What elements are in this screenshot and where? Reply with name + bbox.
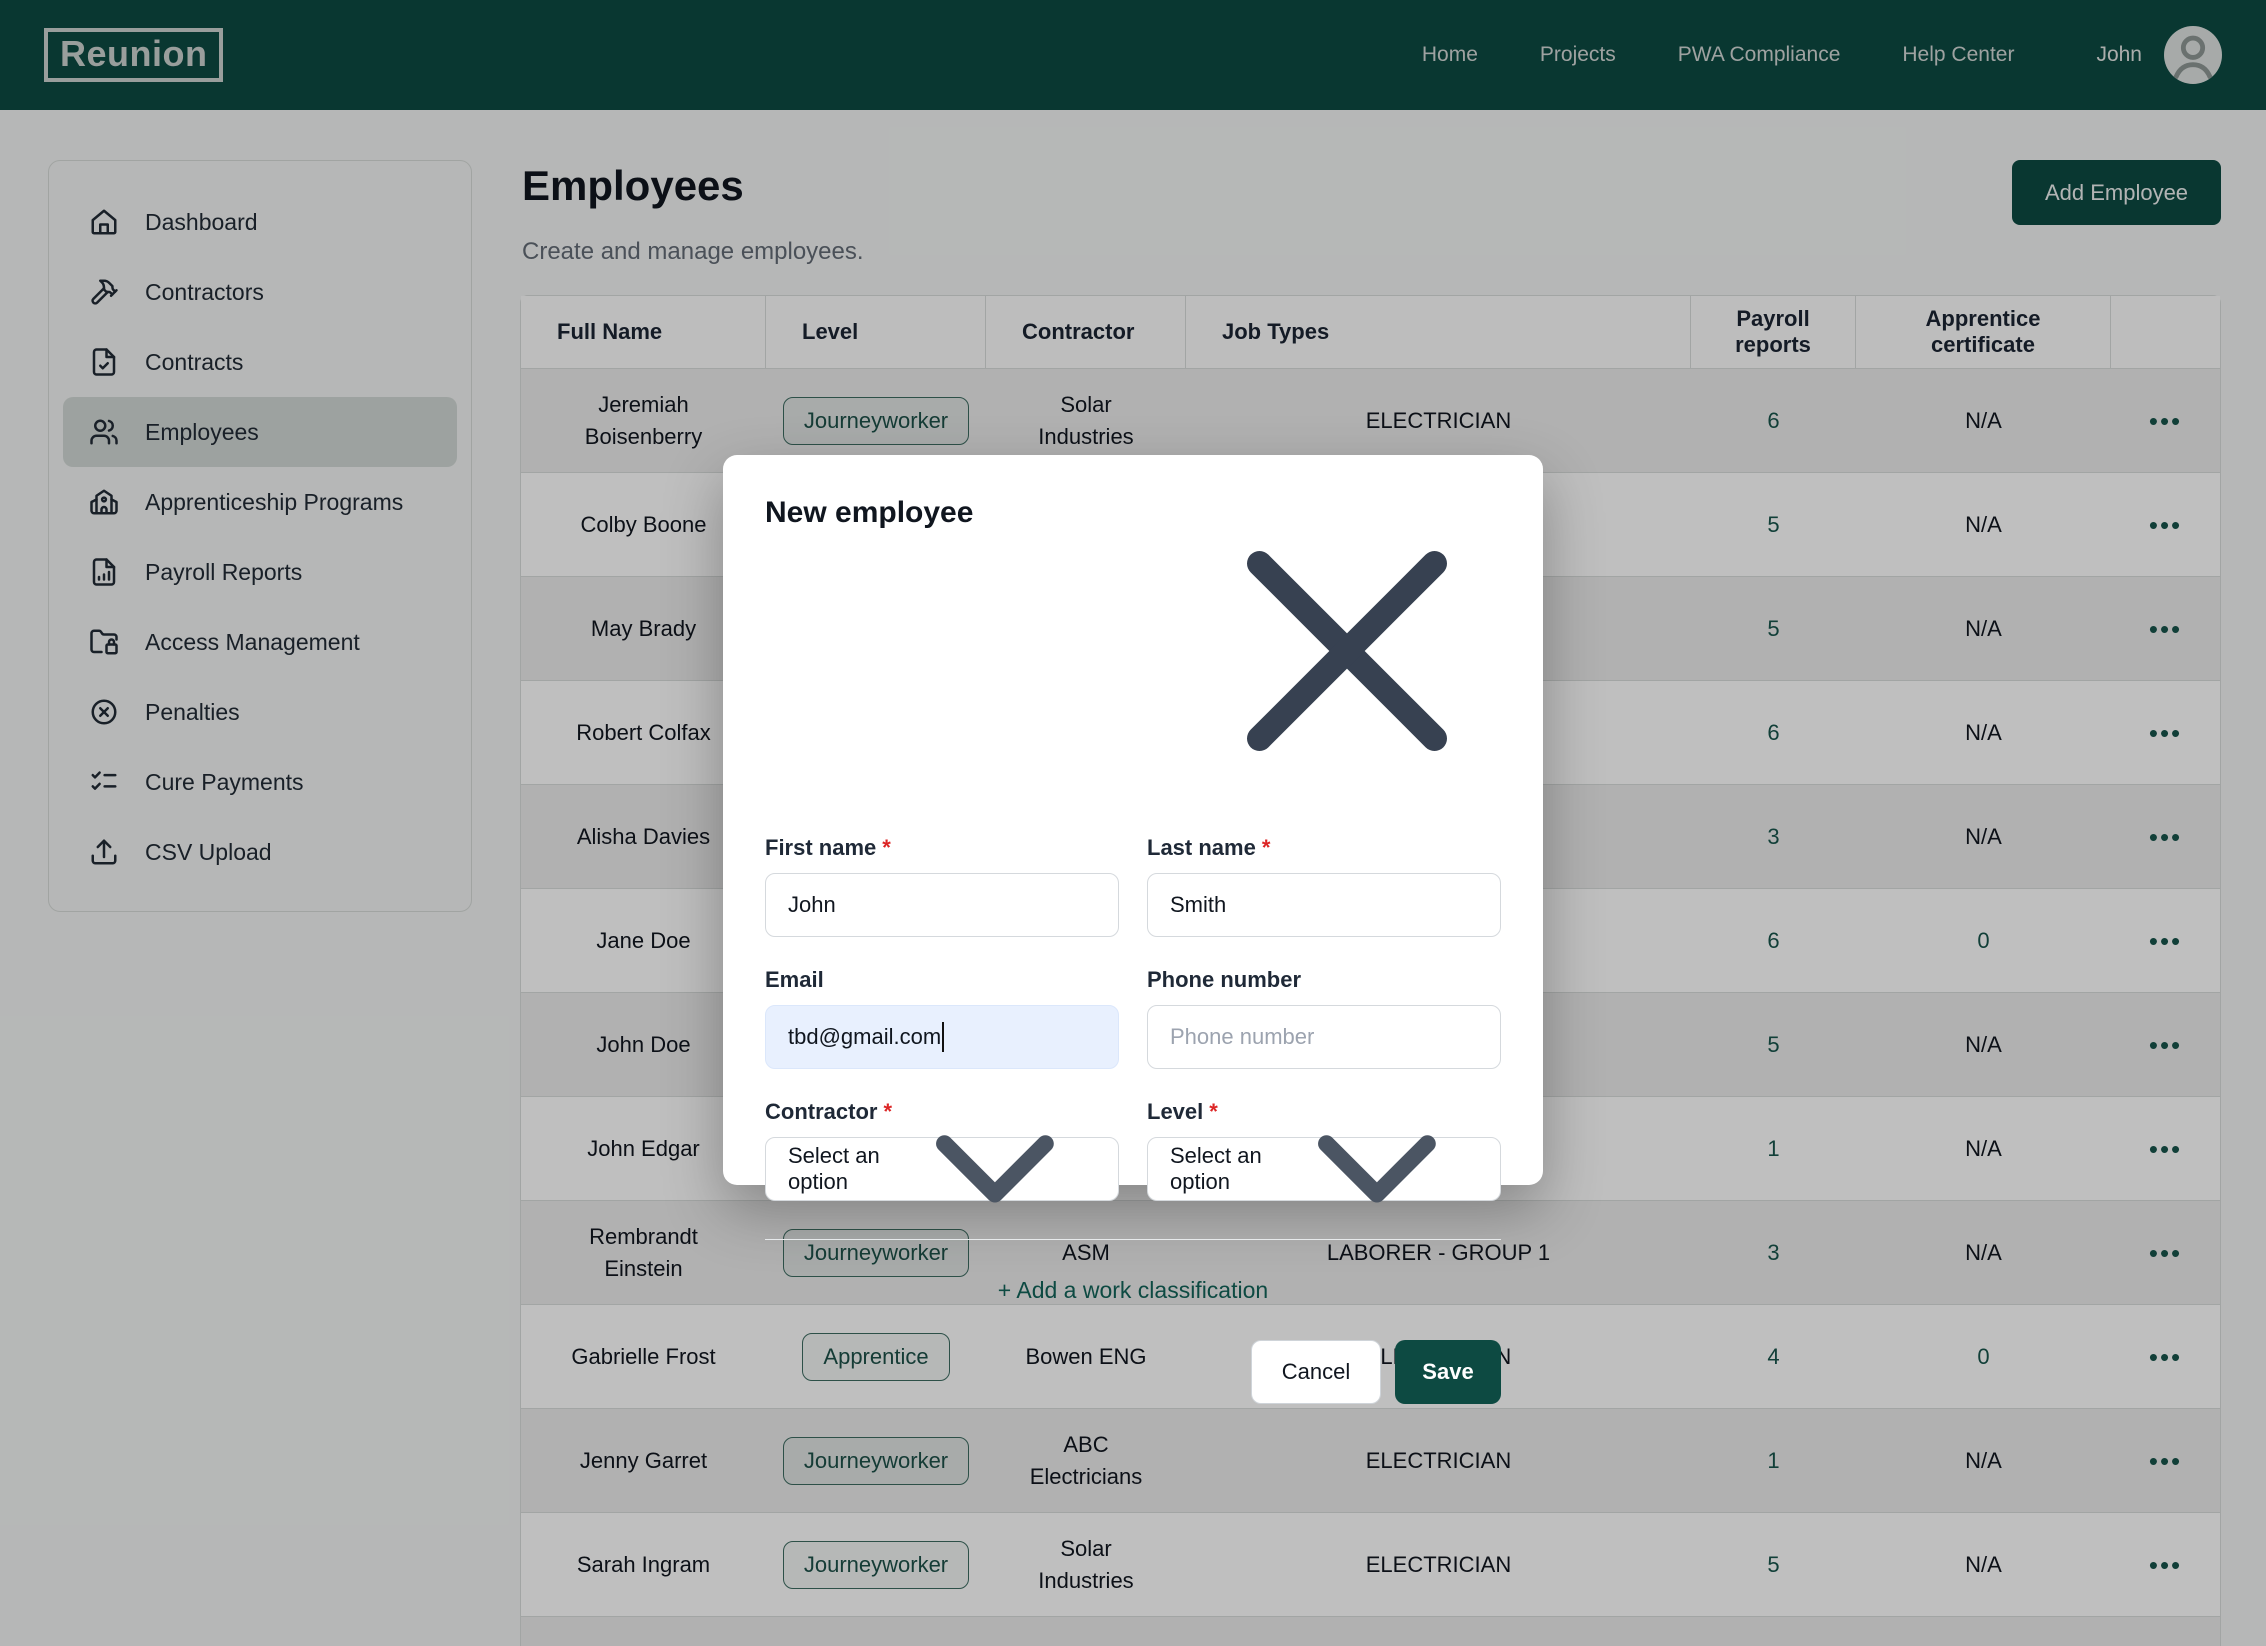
email-field[interactable]: tbd@gmail.com: [765, 1005, 1119, 1069]
chevron-down-icon: [894, 1068, 1096, 1270]
close-button[interactable]: [1193, 497, 1501, 805]
add-work-classification-link[interactable]: + Add a work classification: [765, 1276, 1501, 1304]
phone-label: Phone number: [1147, 967, 1501, 993]
contractor-select[interactable]: Select an option: [765, 1137, 1119, 1201]
required-asterisk: *: [1262, 835, 1271, 860]
chevron-down-icon: [1276, 1068, 1478, 1270]
level-select[interactable]: Select an option: [1147, 1137, 1501, 1201]
cancel-button[interactable]: Cancel: [1251, 1340, 1381, 1404]
text-cursor: [942, 1022, 944, 1052]
modal-title: New employee: [765, 495, 973, 531]
first-name-field[interactable]: [765, 873, 1119, 937]
close-icon: [1197, 501, 1497, 801]
first-name-label: First name*: [765, 835, 1119, 861]
save-button[interactable]: Save: [1395, 1340, 1501, 1404]
last-name-label: Last name*: [1147, 835, 1501, 861]
phone-field[interactable]: [1147, 1005, 1501, 1069]
required-asterisk: *: [1209, 1099, 1218, 1124]
last-name-field[interactable]: [1147, 873, 1501, 937]
new-employee-modal: New employee First name* Last name* Emai…: [723, 455, 1543, 1185]
required-asterisk: *: [882, 835, 891, 860]
email-label: Email: [765, 967, 1119, 993]
required-asterisk: *: [883, 1099, 892, 1124]
